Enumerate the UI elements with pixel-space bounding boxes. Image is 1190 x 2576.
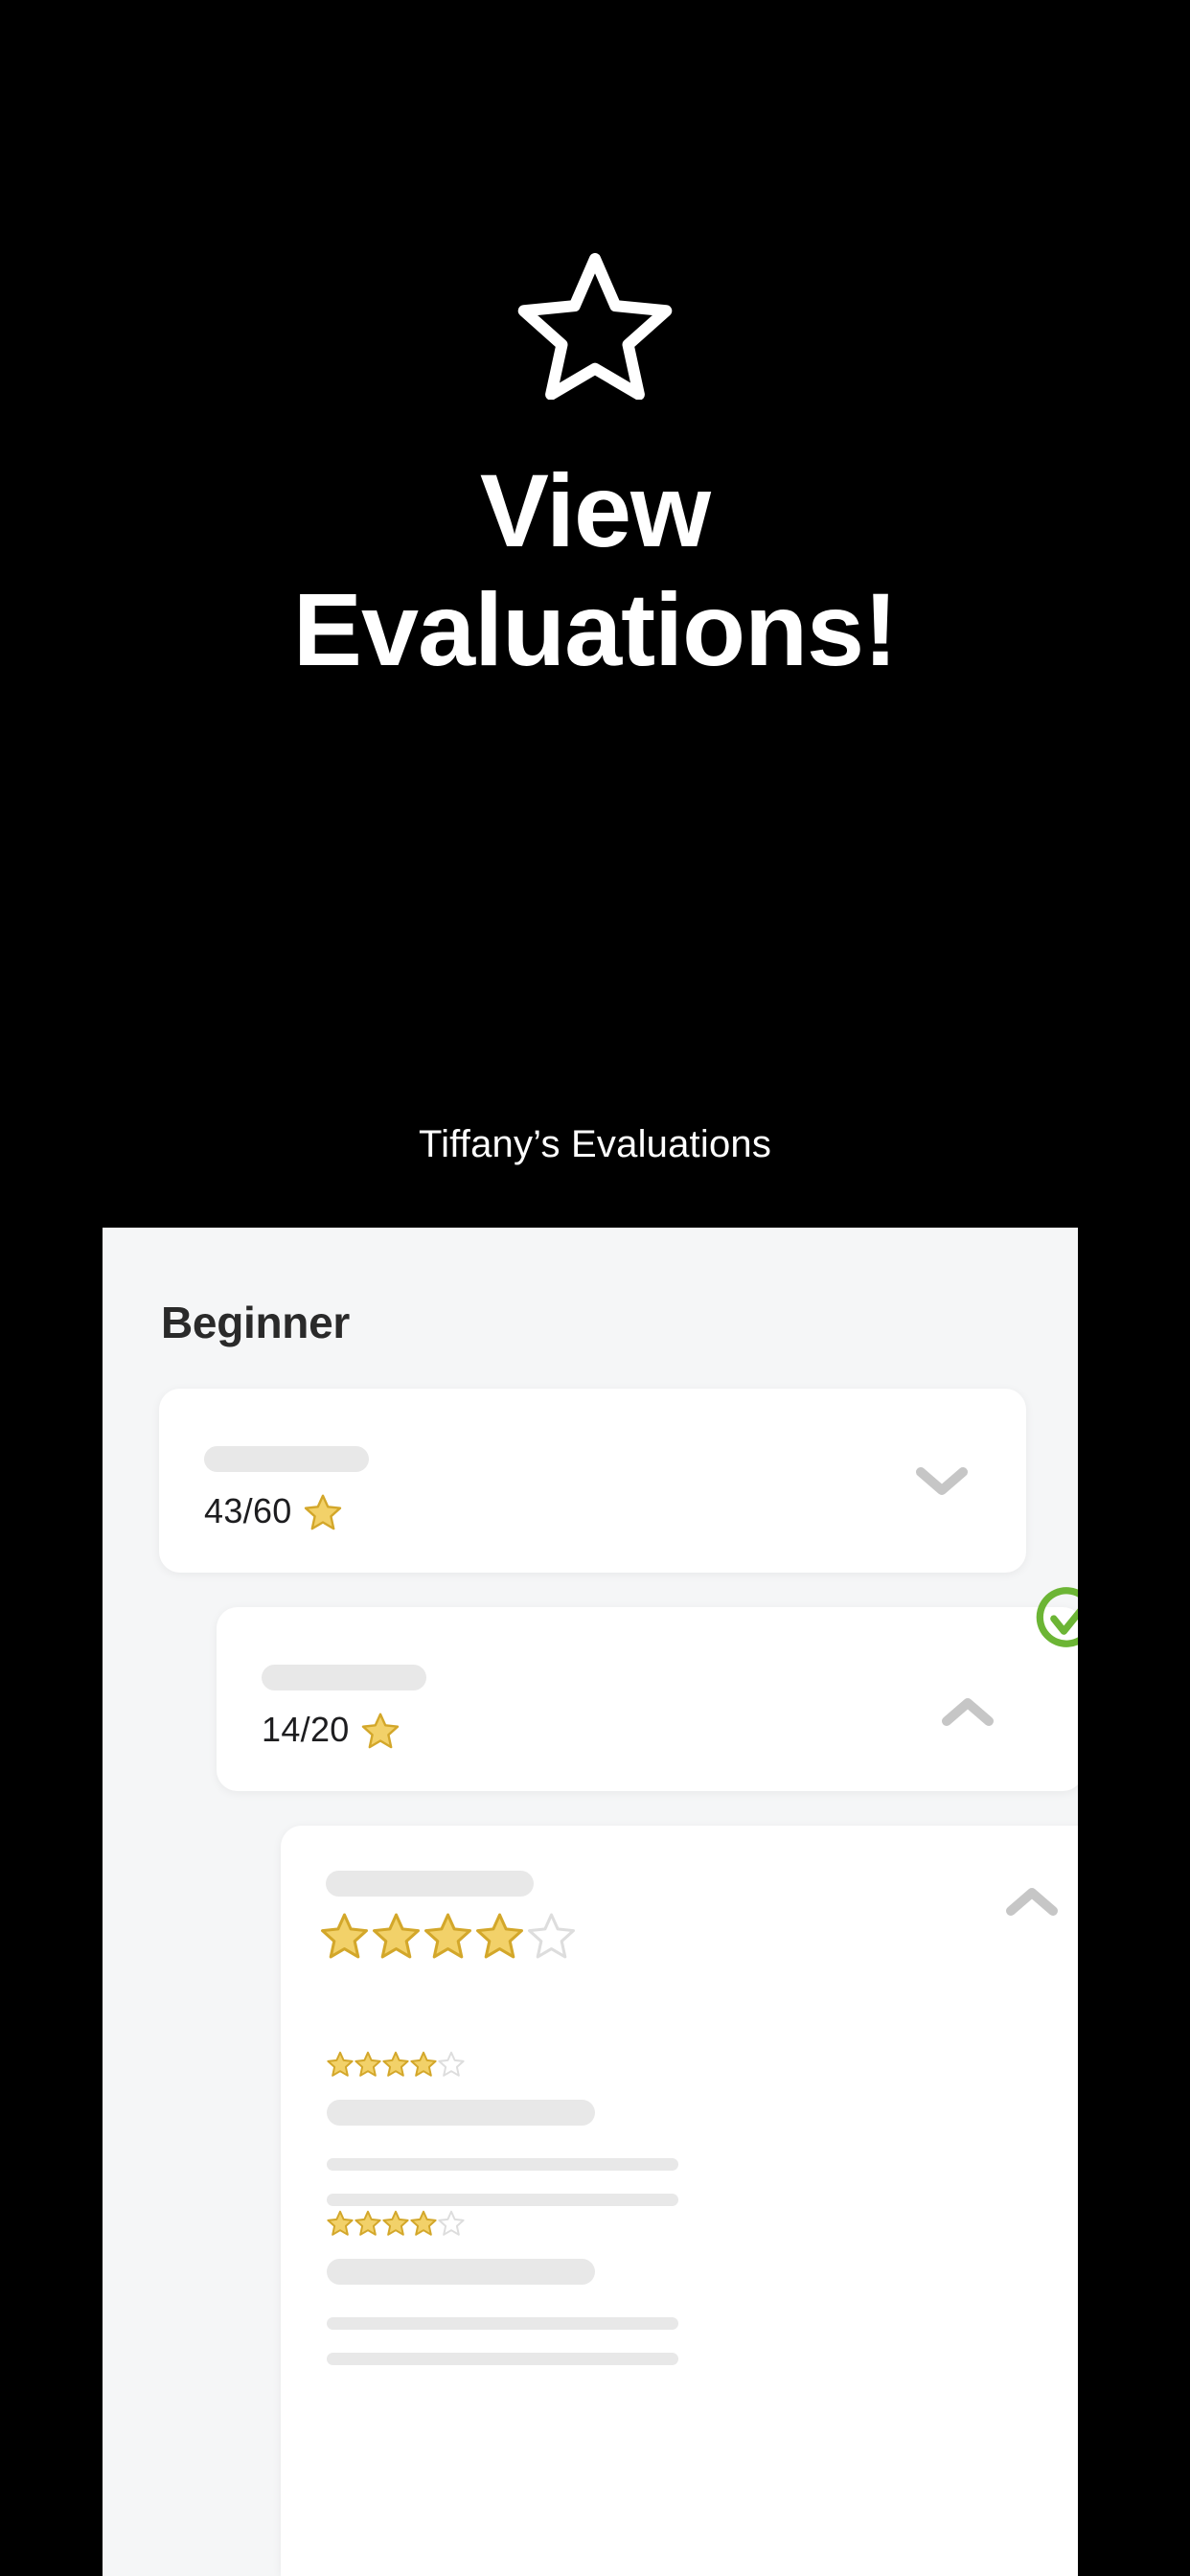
star-icon-filled [355,2210,381,2236]
review-item [281,2210,1078,2365]
review-author-placeholder [327,2100,595,2126]
star-icon-filled [410,2210,437,2236]
chevron-up-icon[interactable] [1005,1885,1059,1918]
card-title-placeholder [262,1665,426,1690]
star-icon-filled[interactable] [372,1912,421,1959]
star-icon-empty [438,2051,465,2077]
star-icon-filled [382,2051,409,2077]
score-value: 43/60 [204,1491,292,1530]
star-icon-filled[interactable] [475,1912,524,1959]
card-title-placeholder [326,1871,534,1897]
section-heading-beginner: Beginner [161,1298,350,1347]
star-icon [361,1713,399,1748]
review-body-line-placeholder [327,2194,678,2206]
star-icon-filled [327,2210,354,2236]
score-row: 43/60 [204,1491,342,1531]
page-subtitle: Tiffany’s Evaluations [418,1123,772,1165]
star-icon-empty [438,2210,465,2236]
check-circle-icon [1036,1587,1078,1647]
page-title-line-2: Evaluations! [292,571,898,687]
score-row: 14/20 [262,1710,400,1750]
evaluation-card-level-2[interactable]: 14/20 [217,1587,1078,1791]
chevron-up-icon[interactable] [941,1695,995,1728]
star-outline-icon [517,253,673,400]
star-icon-empty[interactable] [527,1912,576,1959]
star-icon-filled [382,2210,409,2236]
evaluation-card-level-1[interactable]: 43/60 [159,1389,1026,1573]
review-rating-stars [327,2210,1078,2236]
evaluations-panel: Beginner 43/60 14/20 [103,1228,1078,2576]
review-body-line-placeholder [327,2317,678,2330]
chevron-down-icon[interactable] [915,1464,969,1497]
review-body-line-placeholder [327,2353,678,2365]
page-title: View Evaluations! [87,459,1103,681]
page-title-line-1: View [479,452,711,568]
review-item [281,2051,1078,2206]
evaluation-card-level-3[interactable] [281,1826,1078,2576]
review-body-line-placeholder [327,2158,678,2171]
star-icon-filled [327,2051,354,2077]
star-icon-filled[interactable] [320,1912,369,1959]
star-icon-filled [410,2051,437,2077]
hero-section: View Evaluations! Tiffany’s Evaluations [0,0,1190,1188]
rating-stars[interactable] [320,1912,576,1959]
star-icon-filled[interactable] [423,1912,472,1959]
star-icon-filled [355,2051,381,2077]
card-title-placeholder [204,1446,369,1472]
review-author-placeholder [327,2259,595,2285]
review-rating-stars [327,2051,1078,2077]
score-value: 14/20 [262,1710,350,1749]
star-icon [304,1494,341,1530]
